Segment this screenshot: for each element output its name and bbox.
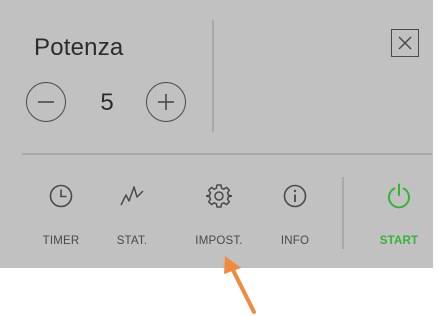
power-level-value: 5 [100, 89, 114, 116]
stats-chart-icon [120, 186, 144, 206]
close-button[interactable] [391, 29, 419, 57]
decrease-power-button[interactable] [26, 82, 66, 122]
start-button[interactable]: START [359, 183, 439, 255]
plus-icon [158, 94, 174, 110]
minus-icon [38, 101, 54, 103]
gear-icon [206, 184, 232, 208]
annotation-arrow-icon [224, 256, 256, 314]
clock-icon [49, 184, 73, 208]
start-label: START [379, 235, 419, 247]
close-icon [398, 36, 412, 50]
settings-button[interactable]: IMPOST. [179, 183, 259, 255]
power-title: Potenza [34, 34, 124, 61]
settings-label: IMPOST. [195, 235, 243, 247]
power-icon [388, 183, 410, 209]
toolbar-divider [342, 177, 344, 249]
increase-power-button[interactable] [146, 82, 186, 122]
timer-label: TIMER [42, 235, 80, 247]
info-icon [283, 184, 307, 208]
statistics-label: STAT. [116, 235, 148, 247]
vertical-divider [212, 20, 214, 132]
control-panel: Potenza 5 TIMER STAT. IMPOST. INFO START [0, 0, 433, 268]
screen: Potenza 5 TIMER STAT. IMPOST. INFO START [0, 0, 442, 316]
info-label: INFO [280, 235, 310, 247]
info-button[interactable]: INFO [255, 183, 335, 255]
statistics-button[interactable]: STAT. [92, 183, 172, 255]
horizontal-divider [22, 153, 432, 155]
timer-button[interactable]: TIMER [21, 183, 101, 255]
